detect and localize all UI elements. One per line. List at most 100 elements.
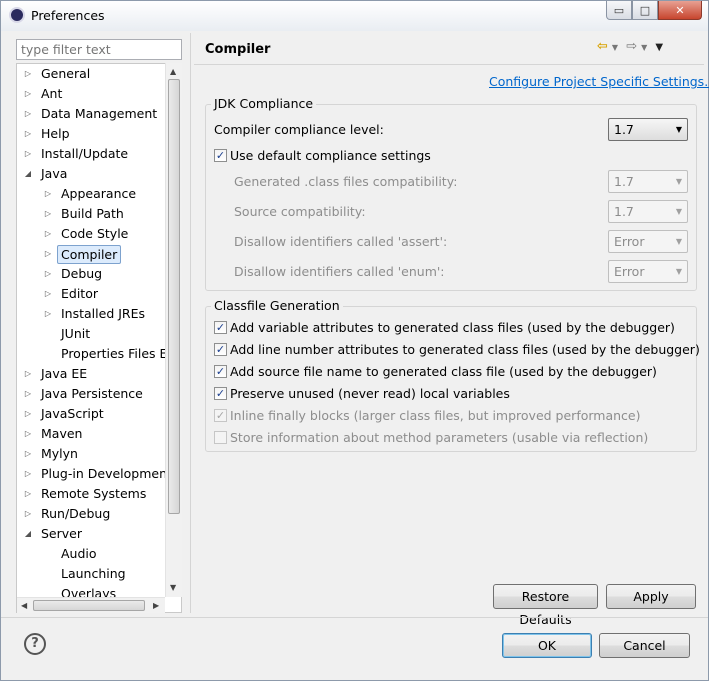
tree-item-label: Data Management xyxy=(41,106,158,121)
footer-separator xyxy=(1,617,708,618)
hscroll-thumb[interactable] xyxy=(33,600,145,611)
tree-item-label: Appearance xyxy=(61,186,137,201)
tree-item-label: Ant xyxy=(41,86,63,101)
tree-item-label: Compiler xyxy=(57,245,122,264)
collapsed-triangle-icon[interactable]: ▷ xyxy=(23,64,33,84)
page-title: Compiler xyxy=(205,42,271,57)
tree-item-label: Install/Update xyxy=(41,146,129,161)
collapsed-triangle-icon[interactable]: ▷ xyxy=(23,444,33,464)
back-arrow-icon[interactable]: ⇦ xyxy=(597,39,608,54)
checkbox-icon[interactable]: ✓ xyxy=(214,343,227,356)
assert-identifier-select[interactable]: Error ▼ xyxy=(608,230,688,253)
collapsed-triangle-icon[interactable]: ▷ xyxy=(43,264,53,284)
chevron-down-icon: ▼ xyxy=(675,267,682,276)
tree-item-label: Maven xyxy=(41,426,83,441)
checkbox-icon[interactable]: ✓ xyxy=(214,149,227,162)
scroll-thumb[interactable] xyxy=(168,79,180,514)
classfile-option-label: Add line number attributes to generated … xyxy=(230,342,700,357)
expanded-triangle-icon[interactable]: ◢ xyxy=(23,164,33,184)
collapsed-triangle-icon[interactable]: ▷ xyxy=(43,184,53,204)
collapsed-triangle-icon[interactable]: ▷ xyxy=(23,144,33,164)
collapsed-triangle-icon[interactable]: ▷ xyxy=(23,484,33,504)
view-menu-icon[interactable]: ▼ xyxy=(655,42,663,53)
classfile-option-label: Store information about method parameter… xyxy=(230,430,649,445)
checkbox-icon[interactable] xyxy=(214,431,227,444)
scroll-right-icon[interactable]: ▶ xyxy=(153,601,159,610)
tree-item-label: Java Persistence xyxy=(41,386,143,401)
forward-arrow-icon[interactable]: ⇨ xyxy=(626,39,637,54)
enum-identifier-label: Disallow identifiers called 'enum': xyxy=(234,264,445,279)
assert-identifier-label: Disallow identifiers called 'assert': xyxy=(234,234,448,249)
restore-defaults-button[interactable]: Restore Defaults xyxy=(493,584,598,627)
collapsed-triangle-icon[interactable]: ▷ xyxy=(23,384,33,404)
compliance-level-label: Compiler compliance level: xyxy=(214,122,384,137)
back-menu-icon[interactable]: ▼ xyxy=(612,43,618,52)
tree-item-label: Launching xyxy=(61,566,126,581)
source-compat-value: 1.7 xyxy=(614,204,634,219)
scroll-up-icon[interactable]: ▲ xyxy=(170,67,176,76)
collapsed-triangle-icon[interactable]: ▷ xyxy=(23,124,33,144)
eclipse-icon xyxy=(9,7,25,23)
collapsed-triangle-icon[interactable]: ▷ xyxy=(43,204,53,224)
cancel-button[interactable]: Cancel xyxy=(599,633,690,658)
forward-menu-icon[interactable]: ▼ xyxy=(641,43,647,52)
tree-item-label: Build Path xyxy=(61,206,124,221)
tree-item-label: Editor xyxy=(61,286,98,301)
generated-compat-label: Generated .class files compatibility: xyxy=(234,174,458,189)
checkbox-icon[interactable]: ✓ xyxy=(214,409,227,422)
configure-project-settings-link[interactable]: Configure Project Specific Settings... xyxy=(489,74,709,89)
collapsed-triangle-icon[interactable]: ▷ xyxy=(23,504,33,524)
generated-compat-select[interactable]: 1.7 ▼ xyxy=(608,170,688,193)
scroll-left-icon[interactable]: ◀ xyxy=(21,601,27,610)
source-compat-label: Source compatibility: xyxy=(234,204,366,219)
collapsed-triangle-icon[interactable]: ▷ xyxy=(43,284,53,304)
collapsed-triangle-icon[interactable]: ▷ xyxy=(23,364,33,384)
collapsed-triangle-icon[interactable]: ▷ xyxy=(23,464,33,484)
scroll-down-icon[interactable]: ▼ xyxy=(170,583,176,592)
source-compat-select[interactable]: 1.7 ▼ xyxy=(608,200,688,223)
expanded-triangle-icon[interactable]: ◢ xyxy=(23,524,33,544)
chevron-down-icon: ▼ xyxy=(675,237,682,246)
tree-item-label: Debug xyxy=(61,266,103,281)
tree-item-label: Properties Files Ed xyxy=(61,346,176,361)
assert-identifier-value: Error xyxy=(614,234,645,249)
title-bar[interactable]: Preferences ▭ □ ✕ xyxy=(1,1,708,31)
minimize-button[interactable]: ▭ xyxy=(606,1,632,20)
window-controls: ▭ □ ✕ xyxy=(606,1,702,21)
chevron-down-icon: ▼ xyxy=(675,125,682,134)
collapsed-triangle-icon[interactable]: ▷ xyxy=(23,404,33,424)
compliance-level-select[interactable]: 1.7 ▼ xyxy=(608,118,688,141)
collapsed-triangle-icon[interactable]: ▷ xyxy=(23,104,33,124)
enum-identifier-select[interactable]: Error ▼ xyxy=(608,260,688,283)
tree-item-label: Java xyxy=(41,166,68,181)
collapsed-triangle-icon[interactable]: ▷ xyxy=(43,224,53,244)
collapsed-triangle-icon[interactable]: ▷ xyxy=(23,424,33,444)
ok-button[interactable]: OK xyxy=(502,633,592,658)
tree-item-label: Run/Debug xyxy=(41,506,111,521)
window-title: Preferences xyxy=(31,8,105,23)
tree-item-label: General xyxy=(41,66,91,81)
apply-button[interactable]: Apply xyxy=(606,584,696,609)
tree-horizontal-scrollbar[interactable]: ◀ ▶ xyxy=(17,597,165,613)
close-button[interactable]: ✕ xyxy=(658,1,702,20)
preference-tree[interactable]: ▷ General ▷ Ant ▷ Data Management ▷ Help ▷ Instal… xyxy=(16,63,182,613)
tree-item-label: JUnit xyxy=(61,326,91,341)
collapsed-triangle-icon[interactable]: ▷ xyxy=(43,304,53,324)
collapsed-triangle-icon[interactable]: ▷ xyxy=(23,84,33,104)
enum-identifier-value: Error xyxy=(614,264,645,279)
classfile-option-label: Add variable attributes to generated cla… xyxy=(230,320,675,335)
maximize-button[interactable]: □ xyxy=(632,1,658,20)
filter-input[interactable] xyxy=(16,39,182,60)
checkbox-icon[interactable]: ✓ xyxy=(214,387,227,400)
checkbox-icon[interactable]: ✓ xyxy=(214,321,227,334)
classfile-generation-title: Classfile Generation xyxy=(211,298,343,313)
tree-vertical-scrollbar[interactable]: ▲ ▼ xyxy=(165,63,182,597)
tree-item-label: Installed JREs xyxy=(61,306,146,321)
collapsed-triangle-icon[interactable]: ▷ xyxy=(43,244,53,264)
preferences-window: Preferences ▭ □ ✕ ▷ General ▷ Ant ▷ Data Mana… xyxy=(0,0,709,681)
checkbox-icon[interactable]: ✓ xyxy=(214,365,227,378)
jdk-compliance-title: JDK Compliance xyxy=(211,96,317,111)
help-icon[interactable]: ? xyxy=(24,633,46,655)
pane-sash[interactable] xyxy=(190,33,193,613)
close-icon: ✕ xyxy=(675,3,685,17)
